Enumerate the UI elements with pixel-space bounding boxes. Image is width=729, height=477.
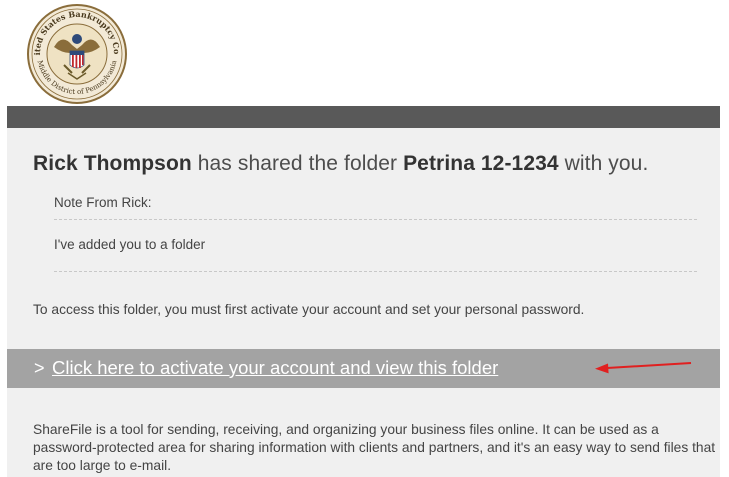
folder-name: Petrina 12-1234 — [403, 152, 559, 175]
email-header: United States Bankruptcy Court Middle Di… — [0, 0, 729, 106]
email-content: Rick Thompson has shared the folder Petr… — [7, 128, 720, 477]
note-text: I've added you to a folder — [54, 237, 206, 252]
chevron-right-icon: > — [34, 358, 45, 378]
headline-end-text: with you. — [558, 152, 649, 175]
red-arrow-annotation-icon — [595, 362, 692, 374]
note-label: Note From Rick: — [54, 195, 152, 210]
court-seal-logo: United States Bankruptcy Court Middle Di… — [26, 3, 127, 104]
access-instructions: To access this folder, you must first ac… — [33, 302, 585, 317]
share-headline: Rick Thompson has shared the folder Petr… — [33, 152, 648, 176]
note-divider-top — [54, 219, 697, 220]
activate-account-link[interactable]: Click here to activate your account and … — [52, 357, 498, 379]
email-page: United States Bankruptcy Court Middle Di… — [0, 0, 729, 477]
note-divider-bottom — [54, 271, 697, 272]
activate-cta-bar: > Click here to activate your account an… — [7, 349, 720, 388]
header-divider-bar — [7, 106, 720, 128]
headline-mid-text: has shared the folder — [191, 152, 404, 175]
sharefile-description: ShareFile is a tool for sending, receivi… — [33, 422, 716, 473]
sender-name: Rick Thompson — [33, 152, 192, 175]
